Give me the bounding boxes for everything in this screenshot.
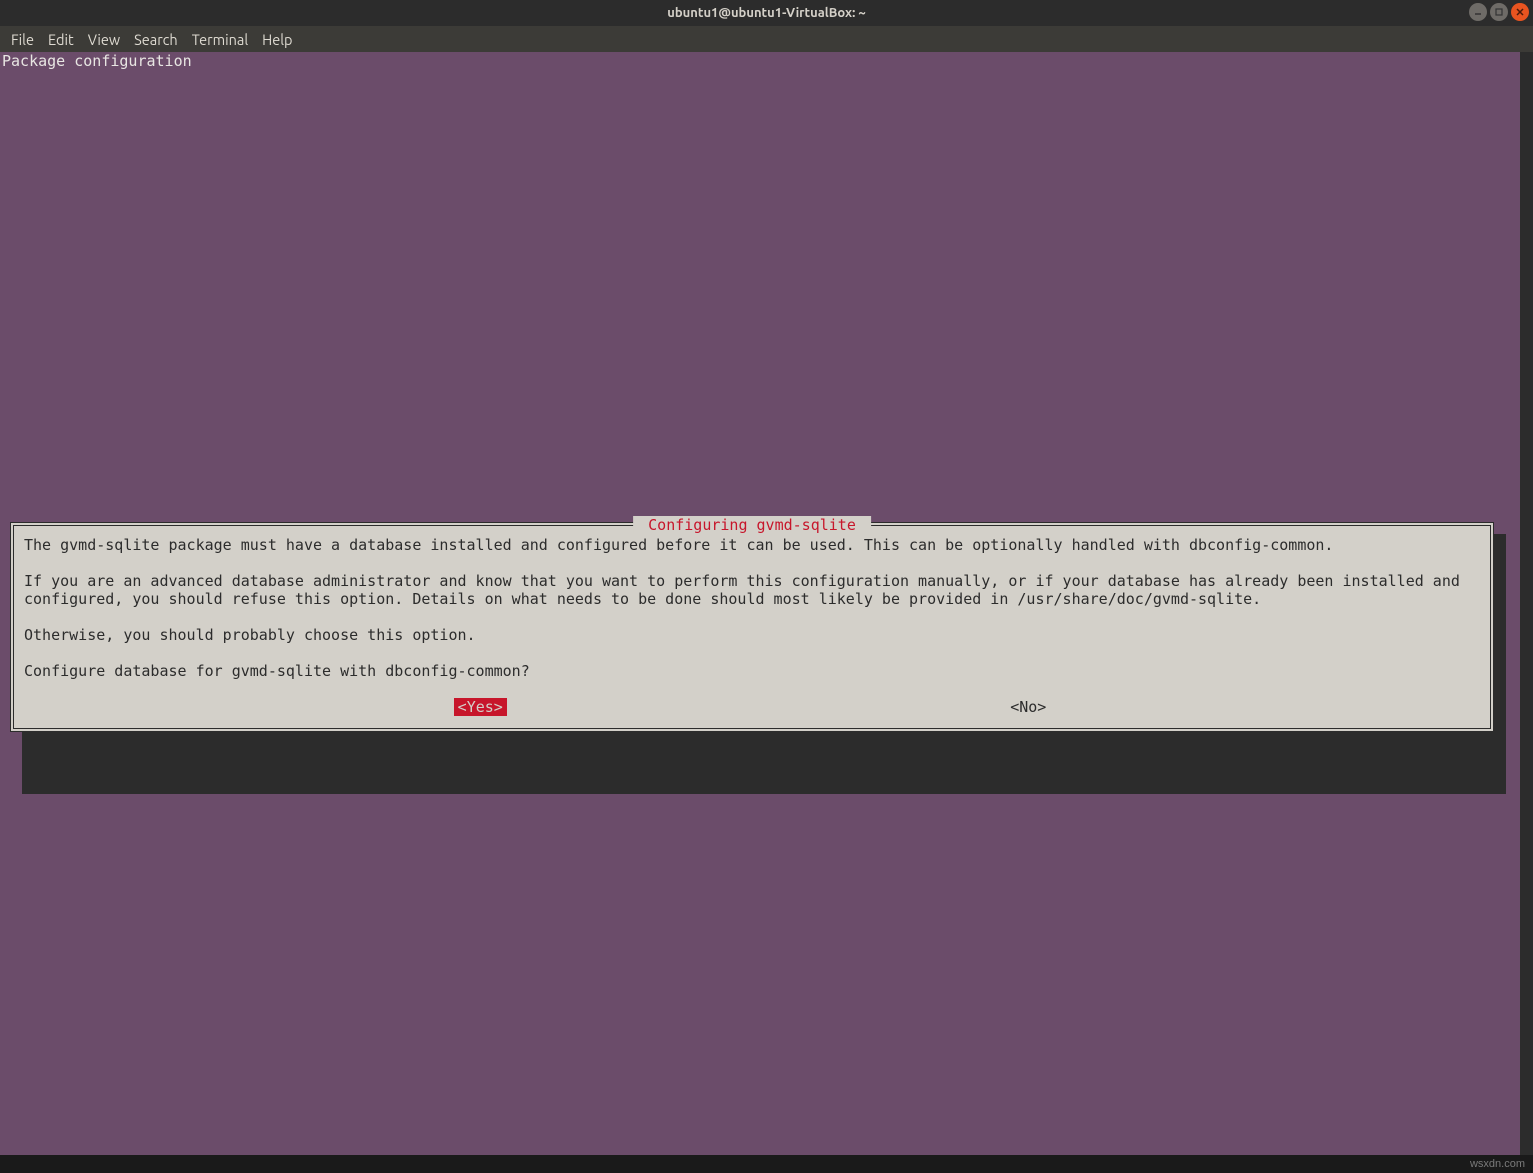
menu-search[interactable]: Search xyxy=(127,31,185,48)
config-dialog-inner: Configuring gvmd-sqlite The gvmd-sqlite … xyxy=(13,525,1491,729)
menu-view[interactable]: View xyxy=(81,31,127,48)
menu-edit[interactable]: Edit xyxy=(41,31,81,48)
yes-button[interactable]: <Yes> xyxy=(454,698,507,716)
dialog-body-text: The gvmd-sqlite package must have a data… xyxy=(24,536,1480,680)
terminal-header-line: Package configuration xyxy=(0,52,1533,70)
maximize-button[interactable] xyxy=(1490,3,1508,21)
dialog-button-row: <Yes> <No> xyxy=(24,698,1480,722)
terminal-viewport[interactable]: Package configuration Configuring gvmd-s… xyxy=(0,52,1533,1155)
dialog-paragraph-3: Otherwise, you should probably choose th… xyxy=(24,626,476,644)
dialog-paragraph-2: If you are an advanced database administ… xyxy=(24,572,1469,608)
minimize-button[interactable] xyxy=(1469,3,1487,21)
menu-help[interactable]: Help xyxy=(255,31,299,48)
window-title: ubuntu1@ubuntu1-VirtualBox: ~ xyxy=(667,6,866,20)
window-titlebar: ubuntu1@ubuntu1-VirtualBox: ~ xyxy=(0,0,1533,26)
close-icon xyxy=(1516,8,1524,16)
menu-file[interactable]: File xyxy=(4,31,41,48)
footer-bar: wsxdn.com xyxy=(0,1155,1533,1173)
maximize-icon xyxy=(1495,8,1503,16)
menu-terminal[interactable]: Terminal xyxy=(185,31,255,48)
config-dialog: Configuring gvmd-sqlite The gvmd-sqlite … xyxy=(10,522,1494,732)
dialog-title: Configuring gvmd-sqlite xyxy=(633,516,871,534)
minimize-icon xyxy=(1474,8,1482,16)
close-button[interactable] xyxy=(1511,3,1529,21)
terminal-scrollbar[interactable] xyxy=(1520,52,1533,1155)
menubar: File Edit View Search Terminal Help xyxy=(0,26,1533,52)
dialog-question: Configure database for gvmd-sqlite with … xyxy=(24,662,530,680)
window-controls xyxy=(1469,3,1529,21)
footer-watermark: wsxdn.com xyxy=(1470,1158,1525,1170)
dialog-paragraph-1: The gvmd-sqlite package must have a data… xyxy=(24,536,1333,554)
no-button[interactable]: <No> xyxy=(1006,698,1050,716)
